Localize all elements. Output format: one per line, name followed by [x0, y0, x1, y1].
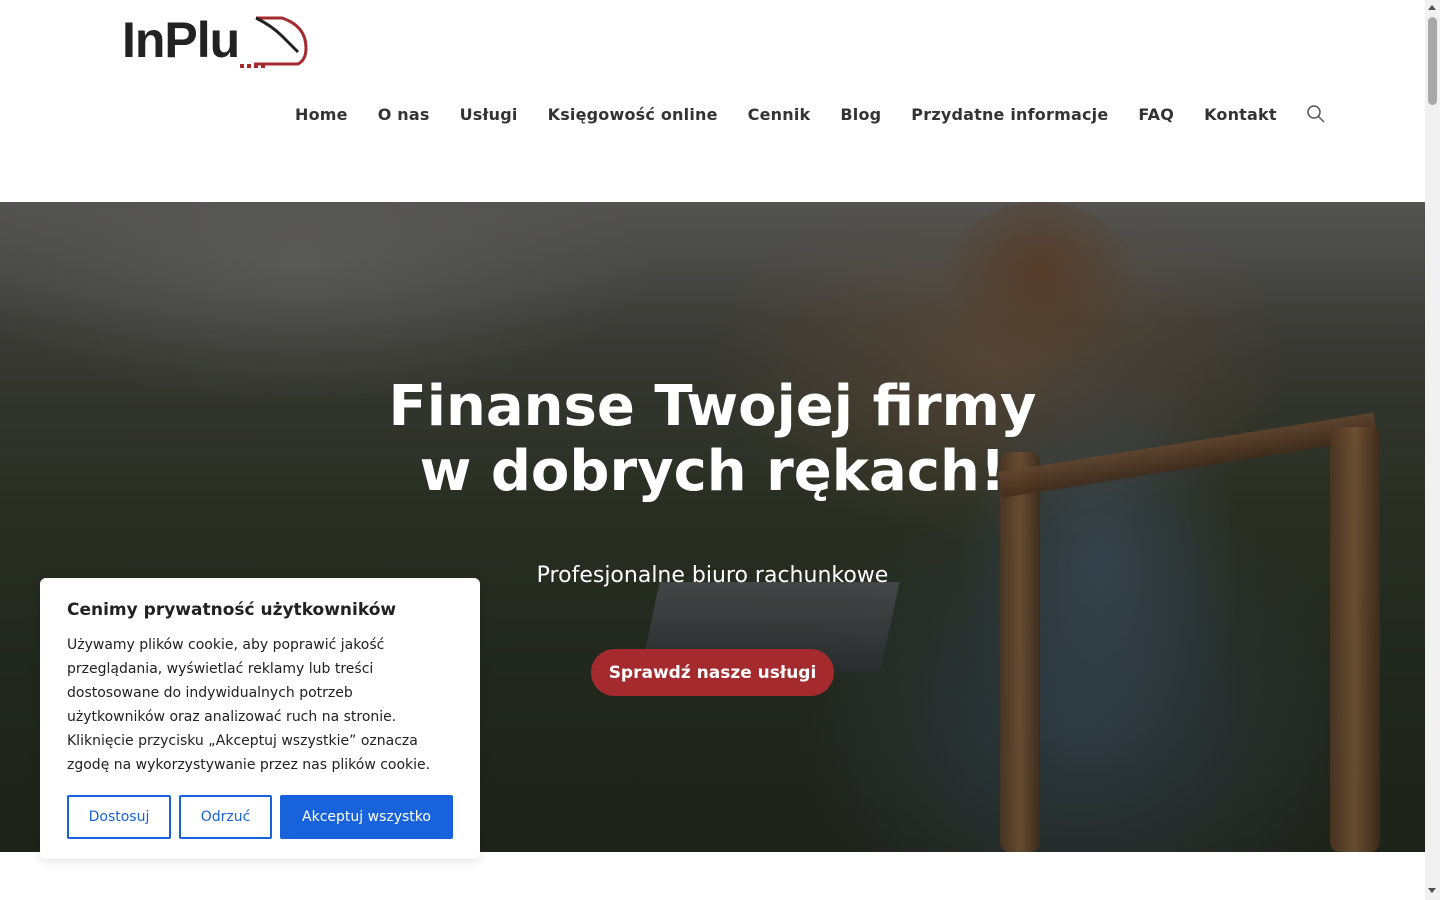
cookie-consent-banner: Cenimy prywatność użytkowników Używamy p… — [40, 578, 480, 859]
cookie-description: Używamy plików cookie, aby poprawić jako… — [67, 637, 431, 773]
nav-item-ksiegowosc-online[interactable]: Księgowość online — [533, 105, 733, 124]
logo-mark-icon — [240, 16, 308, 68]
page-scrollbar[interactable] — [1425, 0, 1440, 900]
search-icon[interactable] — [1306, 104, 1326, 124]
cookie-reject-button[interactable]: Odrzuć — [179, 795, 272, 839]
nav-item-uslugi[interactable]: Usługi — [445, 105, 533, 124]
scroll-down-arrow-icon[interactable] — [1428, 888, 1436, 893]
check-services-button[interactable]: Sprawdź nasze usługi — [591, 649, 834, 696]
nav-item-blog[interactable]: Blog — [825, 105, 896, 124]
nav-item-o-nas[interactable]: O nas — [363, 105, 445, 124]
scrollbar-thumb[interactable] — [1428, 17, 1437, 105]
cookie-buttons: Dostosuj Odrzuć Akceptuj wszystko — [67, 795, 453, 839]
cookie-customize-button[interactable]: Dostosuj — [67, 795, 171, 839]
nav-item-cennik[interactable]: Cennik — [733, 105, 826, 124]
hero-title-line-2: w dobrych rękach! — [419, 439, 1006, 504]
scroll-up-arrow-icon[interactable] — [1428, 5, 1436, 10]
nav-item-przydatne-informacje[interactable]: Przydatne informacje — [896, 105, 1123, 124]
nav-item-faq[interactable]: FAQ — [1123, 105, 1189, 124]
nav-item-kontakt[interactable]: Kontakt — [1189, 105, 1292, 124]
main-nav: Home O nas Usługi Księgowość online Cenn… — [280, 101, 1326, 127]
hero-title: Finanse Twojej firmy w dobrych rękach! — [0, 374, 1425, 504]
cookie-title: Cenimy prywatność użytkowników — [67, 600, 397, 620]
hero-title-line-1: Finanse Twojej firmy — [388, 374, 1037, 439]
site-header: InPlu Home O nas Usługi Księgowość onlin… — [0, 0, 1425, 202]
cookie-accept-all-button[interactable]: Akceptuj wszystko — [280, 795, 453, 839]
site-logo[interactable]: InPlu — [122, 10, 312, 74]
nav-item-home[interactable]: Home — [280, 105, 363, 124]
